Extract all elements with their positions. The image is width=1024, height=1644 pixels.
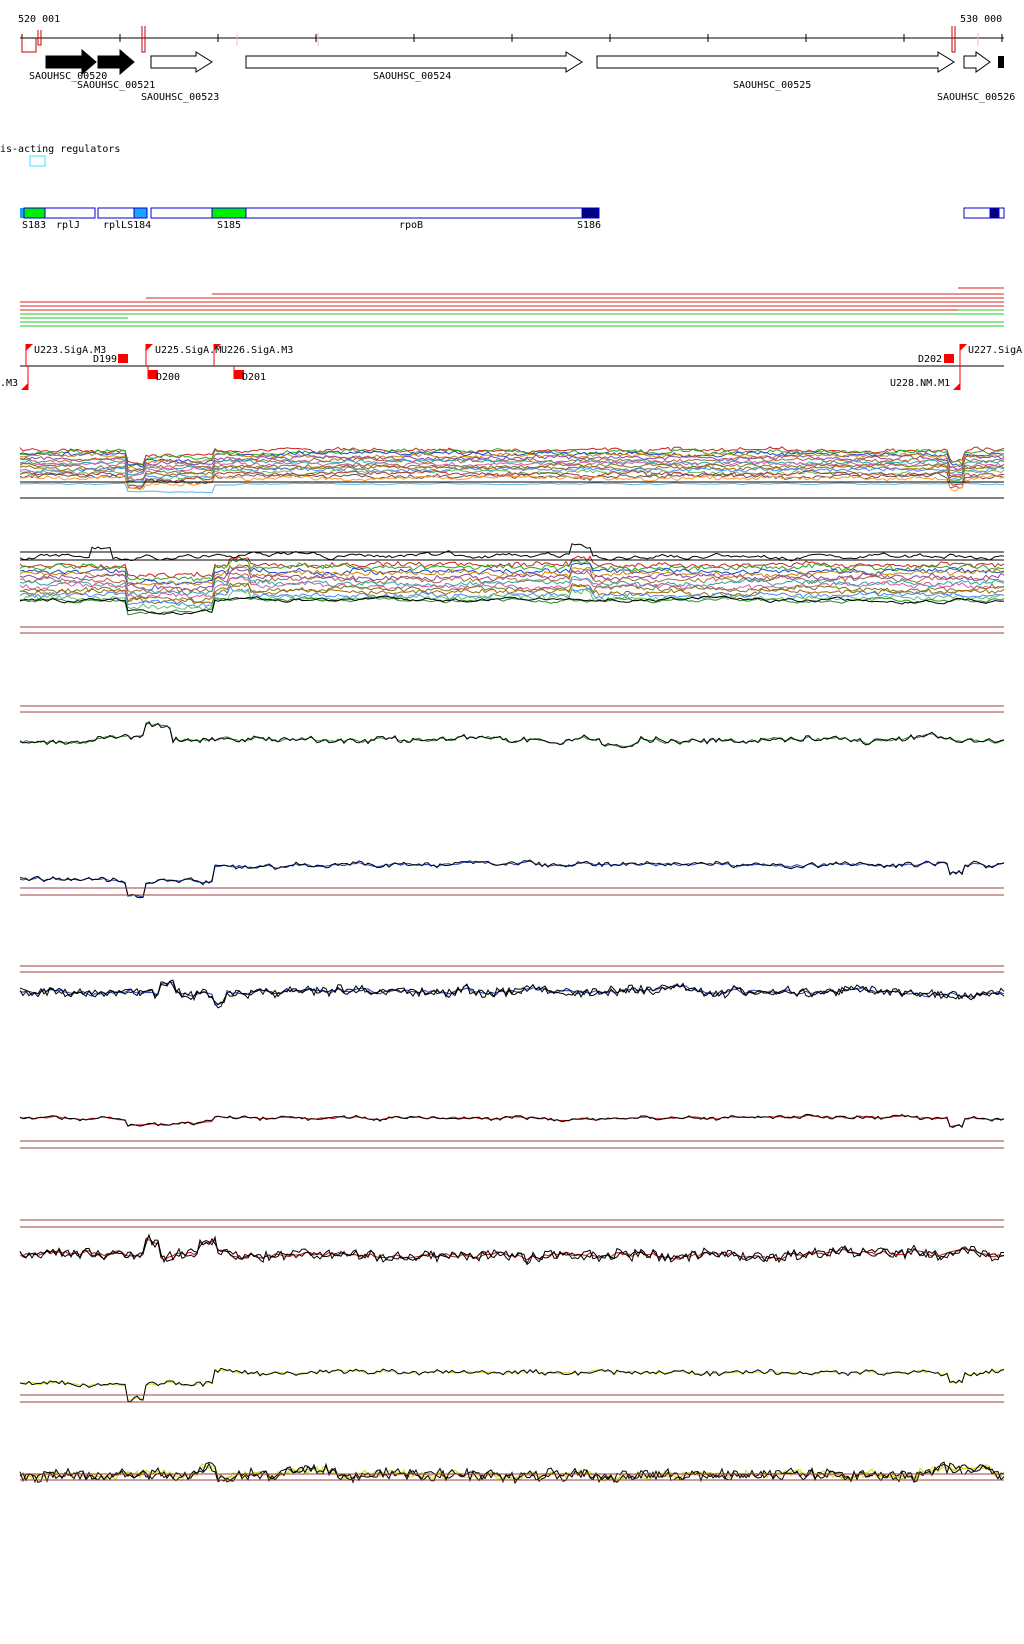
expression-line-blue-2[interactable] xyxy=(19,980,1005,1009)
terminator-D199[interactable] xyxy=(118,354,128,363)
terminator-label: D201 xyxy=(242,372,266,383)
ruler-end-label: 530 000 xyxy=(960,14,1002,25)
gene-track: SAOUHSC_00520 SAOUHSC_00521 SAOUHSC_0052… xyxy=(29,48,1015,103)
segment-S184[interactable] xyxy=(133,207,148,219)
promoter-label: U226.SigA.M3 xyxy=(221,345,293,356)
gene-label: SAOUHSC_00524 xyxy=(373,71,451,82)
cis-regulator-box[interactable] xyxy=(29,155,46,167)
expression-line-yellow[interactable] xyxy=(19,1367,1005,1403)
genome-browser: 520 001 530 000 SAOUHSC_00520 SAOUHSC_00… xyxy=(0,0,1024,1640)
gene-label: SAOUHSC_00523 xyxy=(141,92,219,103)
gene-label: SAOUHSC_00526 xyxy=(937,92,1015,103)
cis-regulators-title: is-acting regulators xyxy=(0,144,120,155)
segment-rplL-S185-gap[interactable] xyxy=(150,207,213,219)
gene-label: SAOUHSC_00521 xyxy=(77,80,155,91)
expression-line-all-conditions[interactable] xyxy=(19,482,1005,494)
gene-arrow-SAOUHSC_00524[interactable] xyxy=(245,51,583,73)
segment-rpoB[interactable] xyxy=(245,207,583,219)
cis-regulators-track: is-acting regulators xyxy=(0,144,120,167)
expression-tracks xyxy=(19,446,1005,1485)
gene-label: SAOUHSC_00525 xyxy=(733,80,811,91)
terminator-D202[interactable] xyxy=(944,354,954,363)
segment-S183[interactable] xyxy=(23,207,46,219)
expression-line-blue-2[interactable] xyxy=(19,979,1005,1006)
segment-label: S185 xyxy=(217,220,241,231)
expression-line-red-2[interactable] xyxy=(19,1235,1005,1265)
segment-label: rpoB xyxy=(399,220,423,231)
promoter-track: U223.SigA.M3 U225.SigA.M U226.SigA.M3 U2… xyxy=(0,344,1022,390)
terminator-label: D200 xyxy=(156,372,180,383)
segment-S183-edge[interactable] xyxy=(20,208,24,218)
promoter-label: .M3 xyxy=(0,378,18,389)
expression-line-red-2[interactable] xyxy=(19,1233,1004,1266)
segment-track: S183 rplJ rplLS184 S185 rpoB S186 xyxy=(20,207,1005,231)
coordinate-ruler: 520 001 530 000 xyxy=(18,14,1004,53)
segment-rplJ[interactable] xyxy=(44,207,96,219)
gene-arrow-SAOUHSC_00526[interactable] xyxy=(963,51,991,73)
expression-line-blue[interactable] xyxy=(19,860,1005,898)
segment-next-dark[interactable] xyxy=(989,207,1000,219)
segment-label: rplJ xyxy=(56,220,80,231)
ruler-start-label: 520 001 xyxy=(18,14,60,25)
gene-arrow-SAOUHSC_00525[interactable] xyxy=(596,51,955,73)
genome-browser-canvas: 520 001 530 000 SAOUHSC_00520 SAOUHSC_00… xyxy=(0,14,1022,1485)
gene-arrow-SAOUHSC_00523[interactable] xyxy=(150,51,213,73)
promoter-label: U225.SigA.M xyxy=(155,345,221,356)
promoter-label: U228.NM.M1 xyxy=(890,378,950,389)
expression-line-green[interactable] xyxy=(19,721,1005,749)
transcripts-track xyxy=(20,287,1004,327)
segment-S185[interactable] xyxy=(211,207,247,219)
segment-label: rplLS184 xyxy=(103,220,151,231)
expression-line-red-2[interactable] xyxy=(20,1239,1005,1261)
promoter-label: U227.SigA xyxy=(968,345,1022,356)
regulator-markers xyxy=(21,26,979,53)
segment-S186[interactable] xyxy=(581,207,600,219)
segment-rplL[interactable] xyxy=(97,207,135,219)
segment-label: S186 xyxy=(577,220,601,231)
segment-label: S183 xyxy=(22,220,46,231)
expression-line-yellow[interactable] xyxy=(19,1368,1005,1401)
segment-next[interactable] xyxy=(963,207,993,219)
terminator-label: D199 xyxy=(93,354,117,365)
terminator-label: D202 xyxy=(918,354,942,365)
